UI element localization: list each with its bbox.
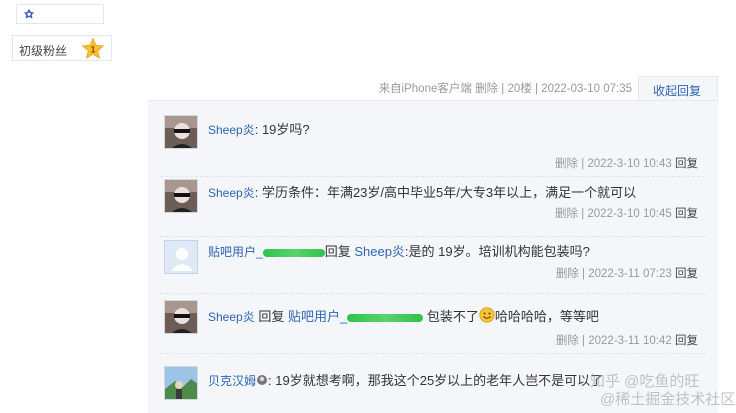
reply-author[interactable]: Sheep炎 (208, 123, 255, 137)
avatar[interactable] (164, 366, 198, 400)
reply-meta: 删除 | 2022-3-10 10:43 回复 (555, 158, 698, 170)
reply-content: 贴吧用户_ 回复 Sheep炎:是的 19岁。培训机构能包装吗? (208, 241, 590, 260)
reply-button[interactable]: 回复 (675, 208, 698, 220)
avatar[interactable] (164, 179, 198, 213)
reply-button[interactable]: 回复 (675, 268, 698, 280)
default-user-avatar-icon (165, 241, 197, 273)
user-avatar-icon (165, 116, 197, 148)
reply-content: Sheep炎 回复 贴吧用户_ 包装不了 哈哈哈哈，等等吧 (208, 306, 599, 325)
reply-item: Sheep炎: 19岁吗? 删除 | 2022-3-10 10:43 回复 (160, 115, 712, 177)
reply-button[interactable]: 回复 (675, 335, 698, 347)
reply-text: 19岁吗? (261, 122, 310, 137)
reply-target[interactable]: Sheep炎 (354, 244, 405, 259)
reply-meta: 删除 | 2022-3-11 07:23 回复 (555, 268, 698, 280)
reply-author[interactable]: 贝克汉姆 (208, 374, 256, 388)
reply-button[interactable]: 回复 (675, 158, 698, 170)
reply-time: 2022-3-10 10:43 (587, 158, 672, 170)
username-box[interactable] (16, 4, 104, 24)
reply-text-after: 哈哈哈哈，等等吧 (494, 309, 599, 324)
fan-level-label: 初级粉丝 (19, 44, 68, 58)
reply-item: Sheep炎 回复 贴吧用户_ 包装不了 哈哈哈哈，等等吧 删除 | 2022-3… (160, 294, 712, 354)
redaction-scribble (262, 248, 325, 257)
redaction-scribble (347, 313, 424, 322)
reply-meta: 删除 | 2022-3-10 10:45 回复 (555, 208, 698, 220)
reply-meta: 删除 | 2022-3-11 10:42 回复 (555, 335, 698, 347)
delete-link[interactable]: 删除 (555, 158, 578, 170)
reply-word: 回复 (324, 244, 351, 259)
fan-level-number: 1 (90, 45, 95, 55)
reply-author[interactable]: Sheep炎 (208, 310, 255, 324)
reply-content: Sheep炎: 19岁吗? (208, 122, 310, 137)
delete-link[interactable]: 删除 (556, 335, 579, 347)
landscape-avatar-icon (165, 367, 197, 399)
avatar[interactable] (164, 300, 198, 334)
user-badge-icon (257, 375, 268, 385)
reply-author[interactable]: Sheep炎 (208, 186, 255, 200)
author-sidebar: 初级粉丝 1 (0, 0, 148, 413)
avatar[interactable] (164, 115, 198, 149)
grin-emoji-icon (479, 307, 495, 323)
reply-text: 19岁就想考啊，那我这个25岁以上的老年人岂不是可以了 (275, 373, 604, 388)
delete-link[interactable]: 删除 (555, 208, 578, 220)
user-avatar-icon (165, 180, 197, 212)
reply-target[interactable]: 贴吧用户_ (288, 309, 347, 324)
reply-time: 2022-3-11 07:23 (588, 268, 672, 280)
nested-replies-panel: Sheep炎: 19岁吗? 删除 | 2022-3-10 10:43 回复 Sh… (148, 100, 718, 413)
reply-content: 贝克汉姆: 19岁就想考啊，那我这个25岁以上的老年人岂不是可以了 (208, 373, 604, 388)
reply-item: Sheep炎: 学历条件：年满23岁/高中毕业5年/大专3年以上，满足一个就可以… (160, 177, 712, 237)
reply-item: 贴吧用户_ 回复 Sheep炎:是的 19岁。培训机构能包装吗? 删除 | 202… (160, 237, 712, 294)
floor-number: 20楼 (507, 83, 532, 95)
collapse-replies-tab[interactable]: 收起回复 (638, 76, 718, 102)
reply-text: :是的 19岁。培训机构能包装吗? (404, 244, 590, 259)
source-link[interactable]: 来自iPhone客户端 (379, 83, 472, 95)
watermark-juejin: @稀土掘金技术社区 (600, 391, 736, 408)
star-level-icon: 1 (81, 37, 105, 59)
post-meta: 来自iPhone客户端 删除 | 20楼 | 2022-03-10 07:35 (378, 83, 632, 95)
post-meta-row: 来自iPhone客户端 删除 | 20楼 | 2022-03-10 07:35 … (148, 76, 718, 102)
delete-link[interactable]: 删除 (556, 268, 579, 280)
fan-level-badge[interactable]: 初级粉丝 1 (12, 35, 112, 61)
reply-word: 回复 (258, 309, 285, 324)
reply-time: 2022-3-10 10:45 (587, 208, 672, 220)
tieba-user-icon (24, 9, 34, 19)
reply-content: Sheep炎: 学历条件：年满23岁/高中毕业5年/大专3年以上，满足一个就可以 (208, 185, 637, 200)
user-avatar-icon (165, 301, 197, 333)
collapse-replies-label[interactable]: 收起回复 (653, 82, 701, 99)
reply-author[interactable]: 贴吧用户_ (208, 245, 263, 259)
reply-text-before: 包装不了 (426, 309, 479, 324)
post-timestamp: 2022-03-10 07:35 (541, 83, 632, 95)
avatar[interactable] (164, 240, 198, 274)
reply-text: 学历条件：年满23岁/高中毕业5年/大专3年以上，满足一个就可以 (261, 185, 637, 200)
reply-time: 2022-3-11 10:42 (588, 335, 672, 347)
delete-link[interactable]: 删除 (475, 83, 498, 95)
